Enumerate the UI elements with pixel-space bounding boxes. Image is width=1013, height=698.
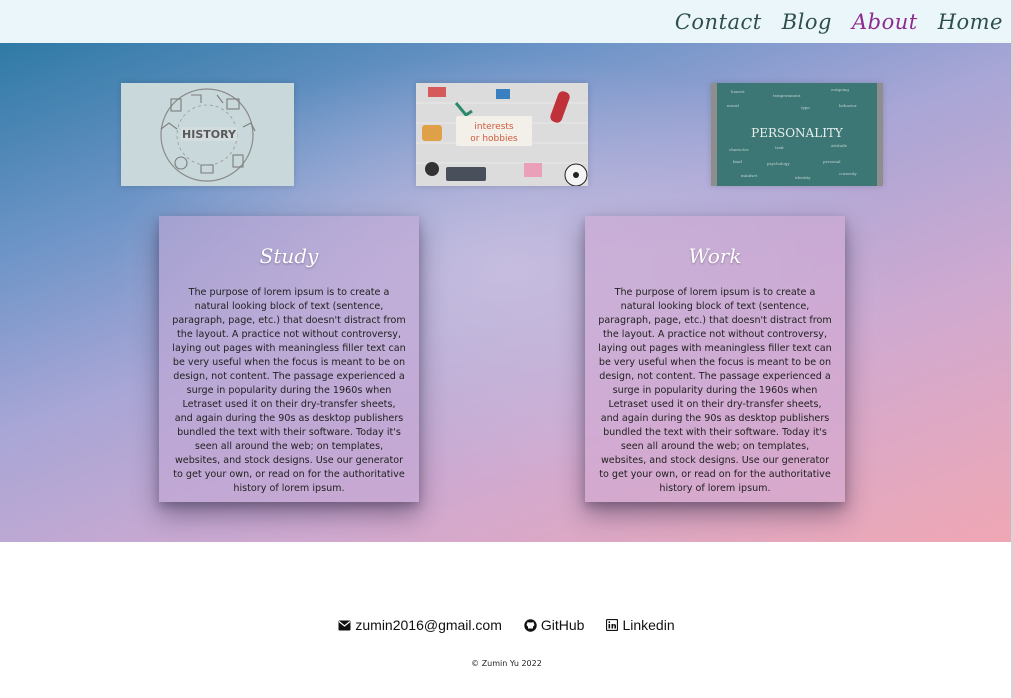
svg-text:personal: personal (823, 159, 841, 164)
linkedin-link-label: Linkedin (622, 617, 675, 633)
github-icon (524, 618, 537, 632)
study-card-text: The purpose of lorem ipsum is to create … (172, 287, 406, 494)
svg-text:curiosity: curiosity (839, 171, 857, 176)
envelope-icon (338, 620, 351, 631)
interests-caption-line1: interests (474, 122, 514, 132)
top-navbar: Contact Blog About Home (0, 0, 1013, 43)
study-card-title: Study (259, 244, 319, 268)
email-link-label: zumin2016@gmail.com (355, 617, 502, 633)
email-link[interactable]: zumin2016@gmail.com (338, 617, 502, 633)
nav-link-blog[interactable]: Blog (782, 10, 832, 34)
svg-text:kind: kind (733, 159, 742, 164)
nav-link-home[interactable]: Home (938, 10, 1003, 34)
svg-text:mindset: mindset (741, 173, 758, 178)
copyright-text: © Zumin Yu 2022 (471, 659, 542, 668)
work-card: Work The purpose of lorem ipsum is to cr… (585, 216, 845, 502)
personality-image: honest temperament outgoing moral type behav… (711, 83, 883, 186)
svg-text:trait: trait (775, 145, 784, 150)
linkedin-link[interactable]: Linkedin (606, 617, 675, 633)
nav-links: Contact Blog About Home (675, 0, 1003, 43)
nav-link-about[interactable]: About (852, 10, 918, 34)
study-card: Study The purpose of lorem ipsum is to c… (159, 216, 419, 502)
work-card-text: The purpose of lorem ipsum is to create … (598, 287, 832, 494)
personality-illustration: honest temperament outgoing moral type behav… (717, 83, 877, 186)
history-image-caption: HISTORY (182, 128, 237, 141)
linkedin-icon (606, 619, 619, 631)
personality-frame-right (877, 83, 883, 186)
svg-text:attitude: attitude (831, 143, 848, 148)
personality-frame-left (711, 83, 717, 186)
svg-text:honest: honest (731, 89, 745, 94)
history-image: HISTORY (121, 83, 294, 186)
github-link[interactable]: GitHub (524, 617, 585, 633)
work-card-title: Work (688, 244, 742, 268)
personality-caption: PERSONALITY (751, 126, 844, 140)
svg-text:temperament: temperament (773, 93, 801, 98)
svg-text:identity: identity (795, 175, 811, 180)
interests-hobbies-image: interests or hobbies (416, 83, 588, 186)
svg-text:type: type (801, 105, 810, 110)
interests-hobbies-illustration: interests or hobbies (416, 83, 588, 186)
svg-text:character: character (729, 147, 749, 152)
svg-text:moral: moral (727, 103, 739, 108)
history-illustration: HISTORY (121, 83, 294, 186)
svg-text:behavior: behavior (839, 103, 857, 108)
nav-link-contact[interactable]: Contact (675, 10, 762, 34)
interests-caption-line2: or hobbies (470, 134, 518, 144)
about-hero-section: HISTORY interests or hobbies honest temp… (0, 43, 1013, 542)
svg-text:outgoing: outgoing (831, 87, 849, 92)
footer-links: zumin2016@gmail.com GitHub Linkedin (0, 615, 1013, 635)
svg-text:psychology: psychology (767, 161, 790, 166)
github-link-label: GitHub (540, 617, 585, 633)
